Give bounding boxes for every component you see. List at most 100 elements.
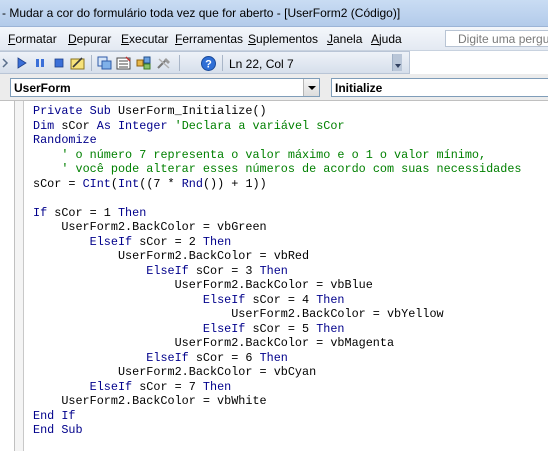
code-editor[interactable]: Private Sub UserForm_Initialize() Dim sCo… xyxy=(0,101,548,451)
code-line[interactable]: ' o número 7 representa o valor máximo e… xyxy=(33,148,521,163)
code-line[interactable]: Dim sCor As Integer 'Declara a variável … xyxy=(33,119,521,134)
code-line[interactable]: UserForm2.BackColor = vbMagenta xyxy=(33,336,521,351)
toolbox-icon[interactable] xyxy=(156,56,172,70)
code-token: ()) + 1)) xyxy=(202,176,267,191)
code-keyword: Int xyxy=(117,176,140,191)
design-mode-icon[interactable] xyxy=(70,56,86,70)
code-keyword: Rnd xyxy=(181,176,203,191)
code-token: UserForm2.BackColor = vbYellow xyxy=(33,307,444,321)
code-keyword: ElseIf xyxy=(146,350,189,365)
code-comment: ' o número 7 representa o valor máximo e… xyxy=(61,147,487,162)
code-token: UserForm2.BackColor = vbBlue xyxy=(33,278,373,292)
code-comment: ' você pode alterar esses números de aco… xyxy=(61,162,522,176)
code-token: sCor = 3 xyxy=(188,263,260,278)
toolbar-options-button[interactable] xyxy=(392,54,402,71)
svg-text:?: ? xyxy=(205,58,212,70)
menu-executar[interactable]: Executar xyxy=(121,32,168,46)
code-token: sCor = 2 xyxy=(132,234,203,249)
menu-formatar[interactable]: Formatar xyxy=(8,32,57,46)
title-bar: - Mudar a cor do formulário toda vez que… xyxy=(0,0,548,27)
code-token: UserForm2.BackColor = vbGreen xyxy=(33,220,267,234)
code-keyword: ElseIf xyxy=(202,321,246,336)
code-keyword: As Integer xyxy=(96,118,168,133)
code-line[interactable]: UserForm2.BackColor = vbYellow xyxy=(33,307,521,322)
code-line[interactable]: UserForm2.BackColor = vbCyan xyxy=(33,365,521,380)
code-line[interactable]: ElseIf sCor = 5 Then xyxy=(33,322,521,337)
code-keyword: Then xyxy=(316,321,345,336)
procedure-dropdown-value: Initialize xyxy=(335,81,383,95)
code-line[interactable]: ElseIf sCor = 4 Then xyxy=(33,293,521,308)
code-line[interactable] xyxy=(33,191,521,206)
code-keyword: End If xyxy=(33,408,76,423)
menu-bar: Formatar Depurar Executar Ferramentas Su… xyxy=(0,27,548,51)
code-token: sCor = 1 xyxy=(47,205,118,220)
code-token: sCor = xyxy=(33,176,83,191)
code-line[interactable]: End If xyxy=(33,409,521,424)
pause-icon[interactable] xyxy=(32,56,48,70)
procedure-dropdown[interactable]: Initialize xyxy=(331,78,548,97)
cursor-position-status: Ln 22, Col 7 xyxy=(229,57,294,71)
run-icon[interactable] xyxy=(13,56,29,70)
code-keyword: Then xyxy=(316,292,345,307)
code-line[interactable]: End Sub xyxy=(33,423,521,438)
code-keyword: If xyxy=(33,205,48,220)
code-keyword: Then xyxy=(202,234,232,249)
code-line[interactable]: ElseIf sCor = 2 Then xyxy=(33,235,521,250)
code-token: sCor = 6 xyxy=(188,350,260,365)
menu-ajuda[interactable]: Ajuda xyxy=(371,32,402,46)
code-line[interactable]: UserForm2.BackColor = vbGreen xyxy=(33,220,521,235)
code-token: UserForm2.BackColor = vbMagenta xyxy=(33,336,395,350)
chevron-down-icon[interactable] xyxy=(303,79,319,96)
stop-icon[interactable] xyxy=(51,56,67,70)
help-icon[interactable]: ? xyxy=(200,55,216,71)
code-line[interactable]: Randomize xyxy=(33,133,521,148)
toolbar-separator xyxy=(222,55,223,71)
menu-suplementos[interactable]: Suplementos xyxy=(248,32,318,46)
help-search-placeholder: Digite uma pergunta xyxy=(458,32,548,46)
code-token: UserForm2.BackColor = vbRed xyxy=(33,249,310,263)
code-keyword: ElseIf xyxy=(202,292,246,307)
object-dropdown[interactable]: UserForm xyxy=(10,78,320,97)
code-line[interactable]: sCor = CInt(Int((7 * Rnd()) + 1)) xyxy=(33,177,521,192)
code-keyword: End Sub xyxy=(33,423,83,437)
code-line[interactable]: Private Sub UserForm_Initialize() xyxy=(33,104,521,119)
margin-indicator-bar[interactable] xyxy=(14,101,24,451)
code-keyword: Then xyxy=(259,350,288,365)
help-search-input[interactable]: Digite uma pergunta xyxy=(445,30,548,47)
code-line[interactable]: UserForm2.BackColor = vbWhite xyxy=(33,394,521,409)
code-line[interactable]: If sCor = 1 Then xyxy=(33,206,521,221)
properties-icon[interactable] xyxy=(116,56,132,70)
code-keyword: Then xyxy=(259,263,288,278)
code-keyword: Randomize xyxy=(33,133,97,147)
code-token: sCor xyxy=(54,118,97,133)
code-line[interactable]: ElseIf sCor = 3 Then xyxy=(33,264,521,279)
code-dropdown-bar: UserForm Initialize xyxy=(0,74,548,101)
standard-toolbar: ? Ln 22, Col 7 xyxy=(0,51,410,74)
code-keyword: Then xyxy=(202,379,232,394)
code-line[interactable]: ElseIf sCor = 7 Then xyxy=(33,380,521,395)
code-text[interactable]: Private Sub UserForm_Initialize() Dim sCo… xyxy=(33,104,521,438)
code-token: sCor = 5 xyxy=(245,321,317,336)
object-browser-icon[interactable] xyxy=(136,56,152,70)
code-token: UserForm2.BackColor = vbCyan xyxy=(33,365,317,379)
code-token: sCor = 4 xyxy=(245,292,317,307)
menu-ferramentas[interactable]: Ferramentas xyxy=(175,32,243,46)
toolbar-separator xyxy=(179,55,180,71)
code-keyword: Then xyxy=(117,205,147,220)
window-title: - Mudar a cor do formulário toda vez que… xyxy=(2,6,401,20)
object-dropdown-value: UserForm xyxy=(14,81,71,95)
code-token: ( xyxy=(110,176,118,191)
code-line[interactable]: UserForm2.BackColor = vbBlue xyxy=(33,278,521,293)
code-line[interactable]: ElseIf sCor = 6 Then xyxy=(33,351,521,366)
code-line[interactable]: ' você pode alterar esses números de aco… xyxy=(33,162,521,177)
code-line[interactable]: UserForm2.BackColor = vbRed xyxy=(33,249,521,264)
menu-depurar[interactable]: Depurar xyxy=(68,32,111,46)
code-keyword: CInt xyxy=(82,176,111,191)
project-explorer-icon[interactable] xyxy=(96,56,112,70)
menu-janela[interactable]: Janela xyxy=(327,32,362,46)
